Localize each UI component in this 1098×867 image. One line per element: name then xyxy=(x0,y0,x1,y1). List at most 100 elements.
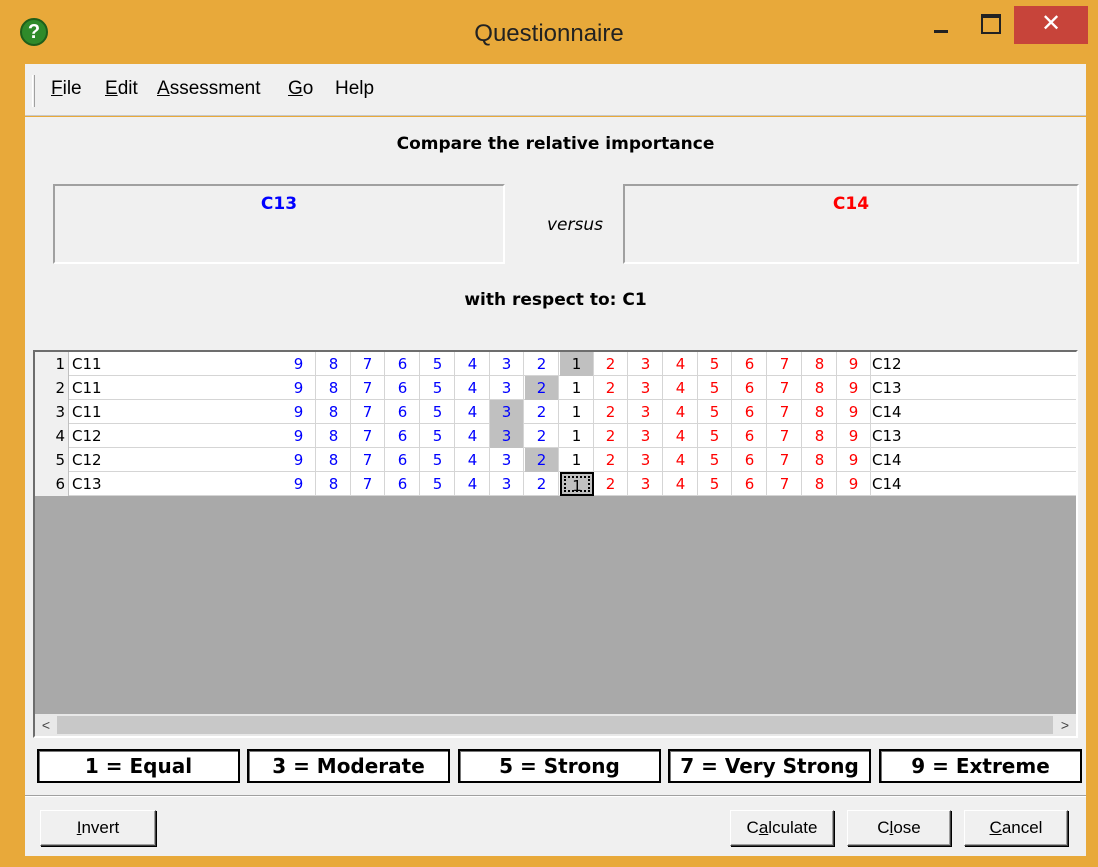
scale-cell[interactable]: 3 xyxy=(629,352,663,376)
scale-cell[interactable]: 2 xyxy=(525,352,559,376)
scale-cell[interactable]: 5 xyxy=(421,448,455,472)
close-button[interactable]: Close xyxy=(847,810,951,846)
scale-cell[interactable]: 5 xyxy=(421,472,455,496)
close-window-button[interactable]: ✕ xyxy=(1014,6,1088,44)
scale-cell[interactable]: 1 xyxy=(560,400,594,424)
scale-cell[interactable]: 8 xyxy=(317,448,351,472)
scale-cell[interactable]: 9 xyxy=(282,376,316,400)
scale-cell[interactable]: 2 xyxy=(594,424,628,448)
menu-help[interactable]: Help xyxy=(335,78,374,100)
scale-cell[interactable]: 8 xyxy=(803,424,837,448)
scale-cell-selected[interactable]: 2 xyxy=(525,448,559,472)
scale-cell[interactable]: 2 xyxy=(525,400,559,424)
scale-cell[interactable]: 5 xyxy=(421,400,455,424)
row-number[interactable]: 3 xyxy=(35,400,69,424)
scale-cell[interactable]: 7 xyxy=(351,352,385,376)
scale-cell[interactable]: 2 xyxy=(594,448,628,472)
scale-cell[interactable]: 5 xyxy=(421,376,455,400)
scale-cell[interactable]: 4 xyxy=(456,448,490,472)
scale-cell[interactable]: 8 xyxy=(803,352,837,376)
scale-cell[interactable]: 6 xyxy=(386,448,420,472)
scale-cell[interactable]: 7 xyxy=(768,448,802,472)
scale-cell[interactable]: 3 xyxy=(629,376,663,400)
scale-cell[interactable]: 4 xyxy=(456,472,490,496)
row-number[interactable]: 2 xyxy=(35,376,69,400)
scale-cell[interactable]: 9 xyxy=(837,472,871,496)
scale-cell[interactable]: 7 xyxy=(351,448,385,472)
scale-cell[interactable]: 8 xyxy=(317,352,351,376)
scale-cell[interactable]: 9 xyxy=(282,424,316,448)
horizontal-scrollbar[interactable]: < > xyxy=(35,714,1076,736)
scale-cell[interactable]: 3 xyxy=(490,376,524,400)
scale-cell[interactable]: 7 xyxy=(351,400,385,424)
row-number[interactable]: 1 xyxy=(35,352,69,376)
scale-cell[interactable]: 8 xyxy=(803,448,837,472)
scale-cell-selected[interactable]: 3 xyxy=(490,400,524,424)
invert-button[interactable]: Invert xyxy=(40,810,156,846)
scale-cell[interactable]: 8 xyxy=(317,400,351,424)
scale-cell[interactable]: 3 xyxy=(490,448,524,472)
scale-cell[interactable]: 8 xyxy=(803,400,837,424)
scrollbar-thumb[interactable] xyxy=(57,716,1053,734)
scale-cell[interactable]: 7 xyxy=(768,352,802,376)
scale-cell-selected[interactable]: 1 xyxy=(560,472,594,496)
scale-cell[interactable]: 5 xyxy=(698,472,732,496)
scale-cell[interactable]: 4 xyxy=(664,424,698,448)
scale-cell[interactable]: 2 xyxy=(594,376,628,400)
scale-cell[interactable]: 2 xyxy=(525,424,559,448)
scale-cell-selected[interactable]: 3 xyxy=(490,424,524,448)
scale-cell[interactable]: 4 xyxy=(664,472,698,496)
scale-cell[interactable]: 9 xyxy=(282,448,316,472)
scale-cell[interactable]: 1 xyxy=(560,448,594,472)
scale-cell[interactable]: 6 xyxy=(386,424,420,448)
scale-cell[interactable]: 4 xyxy=(664,448,698,472)
scale-cell[interactable]: 1 xyxy=(560,376,594,400)
scale-cell[interactable]: 4 xyxy=(664,376,698,400)
scale-cell[interactable]: 8 xyxy=(803,472,837,496)
scale-cell[interactable]: 4 xyxy=(456,424,490,448)
scale-cell[interactable]: 1 xyxy=(560,424,594,448)
scale-cell[interactable]: 7 xyxy=(351,376,385,400)
scale-cell[interactable]: 8 xyxy=(803,376,837,400)
title-bar[interactable]: ? Questionnaire ✕ xyxy=(0,0,1098,60)
scale-cell[interactable]: 9 xyxy=(837,424,871,448)
scale-cell[interactable]: 6 xyxy=(733,400,767,424)
scale-cell[interactable]: 5 xyxy=(698,376,732,400)
scale-cell[interactable]: 5 xyxy=(421,352,455,376)
menu-assessment[interactable]: Assessment xyxy=(157,78,261,100)
scale-cell[interactable]: 9 xyxy=(837,376,871,400)
scale-cell[interactable]: 7 xyxy=(768,424,802,448)
maximize-button[interactable] xyxy=(966,6,1014,44)
row-number[interactable]: 5 xyxy=(35,448,69,472)
scale-cell[interactable]: 6 xyxy=(386,400,420,424)
scale-cell[interactable]: 5 xyxy=(698,400,732,424)
scale-cell[interactable]: 3 xyxy=(490,472,524,496)
scale-cell[interactable]: 6 xyxy=(733,352,767,376)
scale-cell[interactable]: 5 xyxy=(421,424,455,448)
scale-cell[interactable]: 9 xyxy=(837,448,871,472)
scale-cell[interactable]: 8 xyxy=(317,472,351,496)
scale-cell[interactable]: 3 xyxy=(629,424,663,448)
scale-cell[interactable]: 8 xyxy=(317,376,351,400)
scale-cell[interactable]: 2 xyxy=(594,400,628,424)
menu-go[interactable]: Go xyxy=(288,78,313,100)
scale-cell[interactable]: 6 xyxy=(733,472,767,496)
scale-cell[interactable]: 7 xyxy=(768,472,802,496)
scale-cell[interactable]: 3 xyxy=(629,448,663,472)
scale-cell[interactable]: 9 xyxy=(837,400,871,424)
scale-cell[interactable]: 5 xyxy=(698,424,732,448)
menu-file[interactable]: File xyxy=(51,78,82,100)
scale-cell-selected[interactable]: 1 xyxy=(560,352,594,376)
scale-cell[interactable]: 7 xyxy=(351,424,385,448)
scale-cell[interactable]: 3 xyxy=(629,400,663,424)
minimize-button[interactable] xyxy=(916,6,966,44)
scale-cell-selected[interactable]: 2 xyxy=(525,376,559,400)
scroll-left-icon[interactable]: < xyxy=(35,714,57,736)
scale-cell[interactable]: 4 xyxy=(456,376,490,400)
scale-cell[interactable]: 9 xyxy=(282,472,316,496)
scale-cell[interactable]: 4 xyxy=(456,352,490,376)
scale-cell[interactable]: 9 xyxy=(282,400,316,424)
scale-cell[interactable]: 5 xyxy=(698,448,732,472)
scale-cell[interactable]: 6 xyxy=(733,424,767,448)
calculate-button[interactable]: Calculate xyxy=(730,810,834,846)
